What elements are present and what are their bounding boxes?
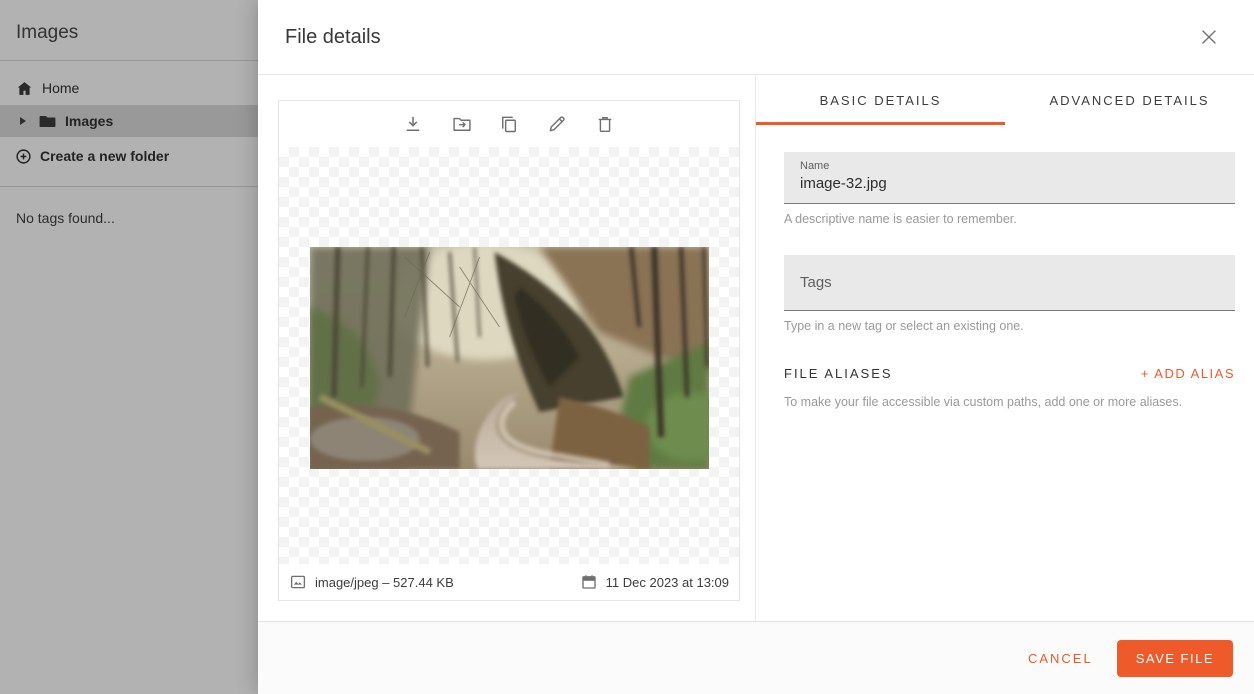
name-helper-text: A descriptive name is easier to remember… [784,212,1235,226]
delete-icon [595,114,615,134]
name-input[interactable] [800,175,1219,192]
file-date: 11 Dec 2023 at 13:09 [606,575,729,590]
close-button[interactable] [1197,26,1221,50]
modal-header: File details [258,0,1254,75]
tab-basic-details[interactable]: BASIC DETAILS [756,75,1005,125]
add-alias-button[interactable]: + ADD ALIAS [1141,366,1235,381]
tags-helper-text: Type in a new tag or select an existing … [784,319,1235,333]
file-details-modal: File details [258,0,1254,694]
copy-icon [499,114,519,134]
preview-toolbar [279,101,739,147]
calendar-icon [580,573,598,591]
name-field-label: Name [800,160,1219,172]
preview-meta-bar: image/jpeg – 527.44 KB 11 Dec 2023 at 13… [279,564,739,600]
modal-action-bar: CANCEL SAVE FILE [258,621,1254,694]
delete-button[interactable] [595,114,615,134]
file-type-size: image/jpeg – 527.44 KB [315,575,454,590]
edit-icon [547,114,567,134]
copy-button[interactable] [499,114,519,134]
image-file-icon [289,573,307,591]
save-file-button[interactable]: SAVE FILE [1117,640,1233,677]
name-field[interactable]: Name [784,152,1235,204]
preview-photo [310,247,709,469]
image-preview-canvas [279,147,739,564]
details-form-pane: BASIC DETAILS ADVANCED DETAILS Name A de… [756,75,1254,621]
download-button[interactable] [403,114,423,134]
preview-pane: image/jpeg – 527.44 KB 11 Dec 2023 at 13… [258,75,756,621]
close-icon [1198,36,1220,51]
modal-title: File details [285,26,381,49]
details-tabs: BASIC DETAILS ADVANCED DETAILS [756,75,1254,125]
tab-advanced-details[interactable]: ADVANCED DETAILS [1005,75,1254,125]
page: Images Home Images [0,0,1254,694]
aliases-helper-text: To make your file accessible via custom … [784,395,1235,409]
tags-field[interactable] [784,255,1235,311]
move-to-folder-button[interactable] [451,114,471,134]
move-to-folder-icon [451,114,471,134]
preview-card: image/jpeg – 527.44 KB 11 Dec 2023 at 13… [278,100,740,601]
download-icon [403,114,423,134]
edit-button[interactable] [547,114,567,134]
cancel-button[interactable]: CANCEL [1028,651,1093,666]
tags-input[interactable] [800,274,1219,291]
file-aliases-heading: FILE ALIASES [784,366,893,381]
